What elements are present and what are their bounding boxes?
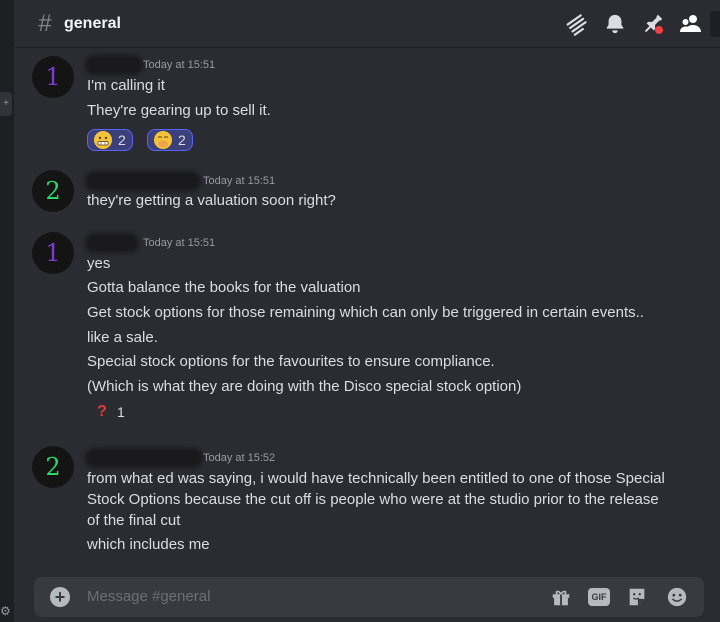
redacted-username[interactable] xyxy=(88,58,140,72)
expand-icon[interactable]: + xyxy=(0,92,12,116)
reaction-count: 2 xyxy=(118,132,126,148)
timestamp: Today at 15:51 xyxy=(143,59,216,71)
redacted-username[interactable] xyxy=(88,236,136,250)
red-question-mark-icon: ? xyxy=(97,403,107,420)
search-edge xyxy=(710,5,720,43)
avatar[interactable]: 1 xyxy=(32,56,74,98)
message-text: Special stock options for the favourites… xyxy=(87,353,495,370)
avatar[interactable]: 2 xyxy=(32,170,74,212)
add-attachment-icon[interactable]: + xyxy=(50,587,70,607)
message-text: yes xyxy=(87,255,111,272)
message-composer: + GIF xyxy=(34,577,704,617)
message-text: I'm calling it xyxy=(87,77,165,94)
member-list-icon[interactable] xyxy=(672,5,710,43)
sticker-icon[interactable] xyxy=(626,586,648,608)
emoji-picker-icon[interactable] xyxy=(666,586,688,608)
avatar-digit: 1 xyxy=(45,63,61,91)
message-list: 1 Today at 15:51 I'm calling it They're … xyxy=(14,48,720,568)
gift-icon[interactable] xyxy=(550,586,572,608)
reaction-count: 1 xyxy=(117,404,125,420)
settings-gear-icon[interactable]: ⚙ xyxy=(0,604,11,618)
grimacing-face-icon xyxy=(94,131,112,149)
reaction-grimacing[interactable]: 2 xyxy=(87,129,133,151)
threads-icon[interactable] xyxy=(558,5,596,43)
avatar[interactable]: 1 xyxy=(32,232,74,274)
message-text: which includes me xyxy=(87,536,210,553)
message-group: 2 Today at 15:52 from what ed was saying… xyxy=(14,446,720,556)
redacted-username[interactable] xyxy=(88,451,200,465)
avatar-digit: 2 xyxy=(45,177,61,205)
gif-label: GIF xyxy=(588,588,610,606)
timestamp: Today at 15:51 xyxy=(203,175,276,187)
message-text: Gotta balance the books for the valuatio… xyxy=(87,279,361,296)
face-with-hand-over-mouth-icon xyxy=(154,131,172,149)
channel-title: general xyxy=(64,14,121,32)
message-text: like a sale. xyxy=(87,329,158,346)
channel-hash-icon: # xyxy=(38,9,52,37)
reaction-question[interactable]: ? 1 xyxy=(87,401,131,423)
message-input[interactable] xyxy=(87,577,517,617)
message-group: 1 Today at 15:51 yes Gotta balance the b… xyxy=(14,232,720,432)
message-text: from what ed was saying, i would have te… xyxy=(87,470,665,529)
channel-header: # general xyxy=(14,0,720,48)
notification-bell-icon[interactable] xyxy=(596,5,634,43)
message-group: 2 Today at 15:51 they're getting a valua… xyxy=(14,170,720,220)
server-rail: + ⚙ xyxy=(0,0,14,622)
pinned-messages-icon[interactable] xyxy=(634,5,672,43)
gif-icon[interactable]: GIF xyxy=(588,586,610,608)
avatar-digit: 1 xyxy=(45,239,61,267)
timestamp: Today at 15:51 xyxy=(143,237,216,249)
header-toolbar xyxy=(558,0,720,48)
message-text: Get stock options for those remaining wh… xyxy=(87,304,644,321)
message-text: (Which is what they are doing with the D… xyxy=(87,378,522,395)
reaction-count: 2 xyxy=(178,132,186,148)
redacted-username[interactable] xyxy=(88,174,198,188)
avatar-digit: 2 xyxy=(45,453,61,481)
avatar[interactable]: 2 xyxy=(32,446,74,488)
message-group: 1 Today at 15:51 I'm calling it They're … xyxy=(14,54,720,154)
timestamp: Today at 15:52 xyxy=(203,452,276,464)
message-text: they're getting a valuation soon right? xyxy=(87,192,336,209)
message-text: They're gearing up to sell it. xyxy=(87,102,271,119)
reaction-hand-over-mouth[interactable]: 2 xyxy=(147,129,193,151)
